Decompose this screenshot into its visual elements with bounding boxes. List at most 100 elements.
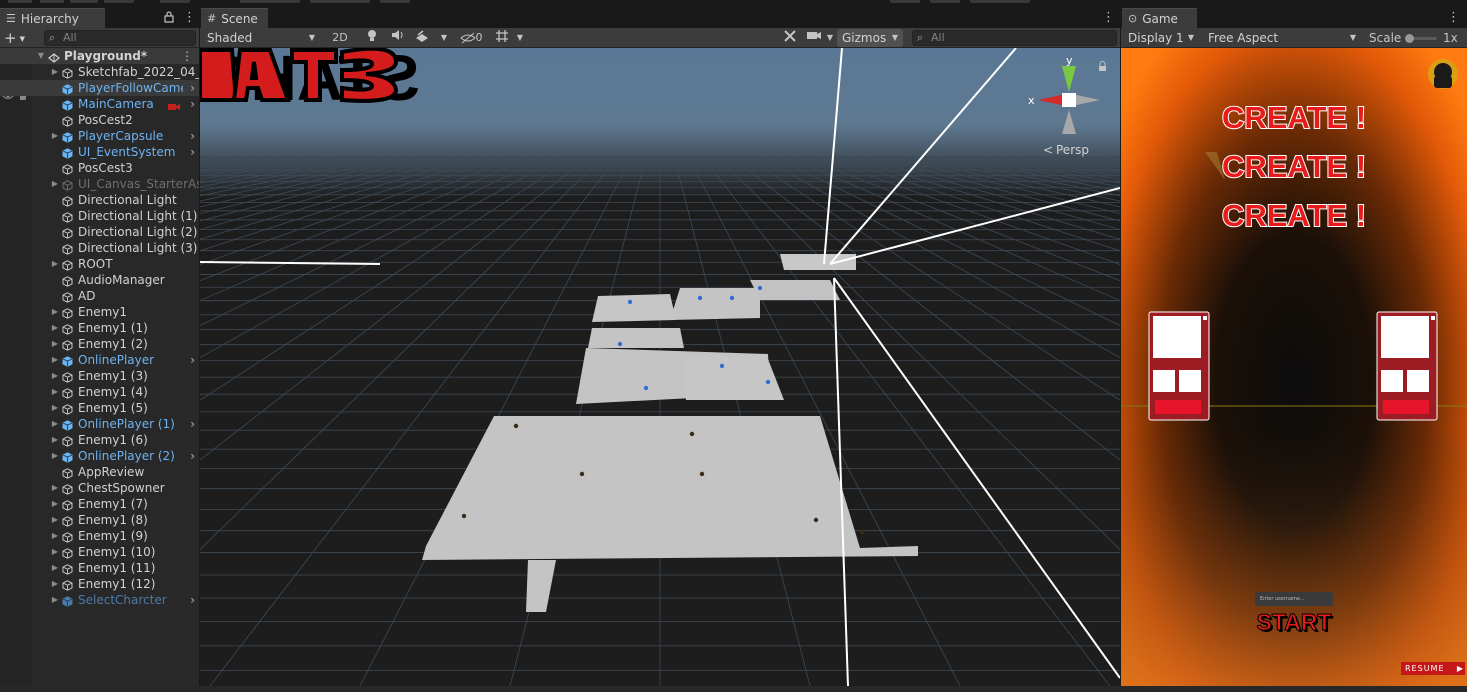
hierarchy-search-input[interactable]: ⌕ All [44, 30, 196, 46]
expand-arrow-icon[interactable]: ▶ [50, 256, 60, 272]
character-card-left[interactable] [1148, 311, 1210, 421]
toggle-2d-button[interactable]: 2D [328, 29, 352, 47]
hierarchy-item[interactable]: ▶ Enemy1 (2) [0, 336, 199, 352]
hierarchy-item[interactable]: ▶ Sketchfab_2022_04_0 [0, 64, 199, 80]
tab-scene[interactable]: # Scene [201, 8, 268, 28]
expand-arrow-icon[interactable]: ▶ [50, 176, 60, 192]
open-prefab-chevron-icon[interactable]: › [190, 448, 195, 464]
hierarchy-item[interactable]: ▶ SelectCharcter › [0, 592, 199, 608]
hierarchy-item[interactable]: ▶ Enemy1 (6) [0, 432, 199, 448]
hierarchy-item[interactable]: ▶ OnlinePlayer (2) › [0, 448, 199, 464]
resume-button[interactable]: RESUME ▶ [1401, 662, 1465, 675]
open-prefab-chevron-icon[interactable]: › [190, 592, 195, 608]
hierarchy-item[interactable]: ▶ ChestSpowner [0, 480, 199, 496]
expand-arrow-icon[interactable]: ▶ [50, 528, 60, 544]
open-prefab-chevron-icon[interactable]: › [190, 128, 195, 144]
camera-icon[interactable] [804, 29, 824, 47]
persp-chevron-icon[interactable]: < [1043, 143, 1053, 157]
hierarchy-item[interactable]: Directional Light [0, 192, 199, 208]
expand-arrow-icon[interactable]: ▶ [50, 352, 60, 368]
expand-arrow-icon[interactable]: ▶ [50, 368, 60, 384]
lighting-toggle-icon[interactable] [362, 29, 382, 47]
expand-arrow-icon[interactable]: ▶ [50, 400, 60, 416]
expand-arrow-icon[interactable]: ▶ [50, 592, 60, 608]
hierarchy-item[interactable]: PlayerFollowCame › [0, 80, 199, 96]
expand-arrow-icon[interactable]: ▶ [50, 304, 60, 320]
scene-root-item[interactable]: ▼ Playground* ⋮ [0, 48, 199, 64]
expand-arrow-icon[interactable]: ▶ [50, 560, 60, 576]
start-button[interactable]: START [1254, 608, 1334, 636]
expand-arrow-icon[interactable]: ▶ [50, 336, 60, 352]
scene-viewport[interactable]: STAHC [200, 48, 1120, 686]
hierarchy-item[interactable]: AD [0, 288, 199, 304]
hierarchy-item[interactable]: PosCest3 [0, 160, 199, 176]
hierarchy-item[interactable]: PosCest2 [0, 112, 199, 128]
hierarchy-item[interactable]: ▶ Enemy1 (11) [0, 560, 199, 576]
hierarchy-item[interactable]: ▶ Enemy1 (7) [0, 496, 199, 512]
grid-dropdown-icon[interactable]: ▼ [514, 29, 526, 47]
hierarchy-item[interactable]: Directional Light (2) [0, 224, 199, 240]
effects-toggle-icon[interactable] [412, 29, 432, 47]
username-input[interactable]: Enter username... [1255, 592, 1333, 606]
expand-arrow-icon[interactable]: ▶ [50, 512, 60, 528]
hierarchy-item[interactable]: UI_EventSystem › [0, 144, 199, 160]
hierarchy-item[interactable]: AudioManager [0, 272, 199, 288]
hierarchy-item[interactable]: ▶ Enemy1 (4) [0, 384, 199, 400]
scene-search-input[interactable]: ⌕ All [912, 30, 1117, 46]
open-prefab-chevron-icon[interactable]: › [190, 416, 195, 432]
shading-mode-dropdown[interactable]: Shaded ▼ [202, 29, 320, 47]
hierarchy-item[interactable]: ▶ ROOT [0, 256, 199, 272]
expand-arrow-icon[interactable]: ▶ [50, 384, 60, 400]
hierarchy-item[interactable]: ▶ PlayerCapsule › [0, 128, 199, 144]
gizmo-center[interactable] [1062, 93, 1076, 107]
tab-game[interactable]: ⊙ Game [1122, 8, 1197, 28]
hierarchy-item[interactable]: ▶ OnlinePlayer (1) › [0, 416, 199, 432]
grid-toggle-icon[interactable] [492, 29, 512, 47]
hierarchy-item[interactable]: ▶ Enemy1 (1) [0, 320, 199, 336]
hierarchy-item[interactable]: ▶ Enemy1 (3) [0, 368, 199, 384]
effects-dropdown-icon[interactable]: ▼ [438, 29, 450, 47]
expand-arrow-icon[interactable]: ▶ [50, 448, 60, 464]
expand-arrow-icon[interactable]: ▶ [50, 128, 60, 144]
lock-icon[interactable] [164, 11, 174, 23]
expand-arrow-icon[interactable]: ▶ [50, 320, 60, 336]
expand-arrow-icon[interactable]: ▶ [50, 480, 60, 496]
display-dropdown[interactable]: Display 1 ▼ [1123, 29, 1199, 47]
hierarchy-item[interactable]: ▶ Enemy1 (8) [0, 512, 199, 528]
scale-slider-handle[interactable] [1405, 34, 1414, 43]
player-avatar[interactable] [1428, 59, 1458, 89]
camera-dropdown-icon[interactable]: ▼ [824, 29, 836, 47]
character-card-right[interactable] [1376, 311, 1438, 421]
game-view[interactable]: CREATE ! CREATE ! CREATE ! Enter usernam… [1121, 48, 1467, 686]
hierarchy-item[interactable]: ▶ Enemy1 [0, 304, 199, 320]
hierarchy-item[interactable]: ▶ OnlinePlayer › [0, 352, 199, 368]
hierarchy-item[interactable]: MainCamera › [0, 96, 199, 112]
expand-arrow-icon[interactable]: ▶ [50, 416, 60, 432]
open-prefab-chevron-icon[interactable]: › [190, 80, 195, 96]
add-object-button[interactable]: + ▼ [4, 28, 30, 48]
hierarchy-menu-icon[interactable]: ⋮ [183, 9, 196, 27]
hierarchy-item[interactable]: Directional Light (3) [0, 240, 199, 256]
gizmos-dropdown[interactable]: Gizmos ▼ [837, 29, 903, 47]
scale-slider[interactable] [1405, 34, 1437, 43]
open-prefab-chevron-icon[interactable]: › [190, 352, 195, 368]
hidden-objects-toggle[interactable]: 0 [456, 29, 486, 47]
tab-hierarchy[interactable]: ☰ Hierarchy [0, 8, 105, 28]
expand-arrow-icon[interactable]: ▶ [50, 576, 60, 592]
hierarchy-item[interactable]: AppReview [0, 464, 199, 480]
hierarchy-item[interactable]: ▶ Enemy1 (12) [0, 576, 199, 592]
expand-arrow-icon[interactable]: ▶ [50, 496, 60, 512]
expand-arrow-icon[interactable]: ▶ [50, 64, 60, 80]
hierarchy-item[interactable]: Directional Light (1) [0, 208, 199, 224]
tools-icon[interactable] [780, 29, 800, 47]
scene-root-menu-icon[interactable]: ⋮ [181, 48, 193, 64]
game-menu-icon[interactable]: ⋮ [1447, 9, 1460, 27]
expand-arrow-icon[interactable]: ▶ [50, 544, 60, 560]
open-prefab-chevron-icon[interactable]: › [190, 144, 195, 160]
audio-toggle-icon[interactable] [388, 29, 408, 47]
scene-menu-icon[interactable]: ⋮ [1102, 9, 1115, 27]
hierarchy-item[interactable]: ▶ UI_Canvas_StarterAss [0, 176, 199, 192]
hierarchy-item[interactable]: ▶ Enemy1 (5) [0, 400, 199, 416]
hierarchy-item[interactable]: ▶ Enemy1 (9) [0, 528, 199, 544]
open-prefab-chevron-icon[interactable]: › [190, 96, 195, 112]
